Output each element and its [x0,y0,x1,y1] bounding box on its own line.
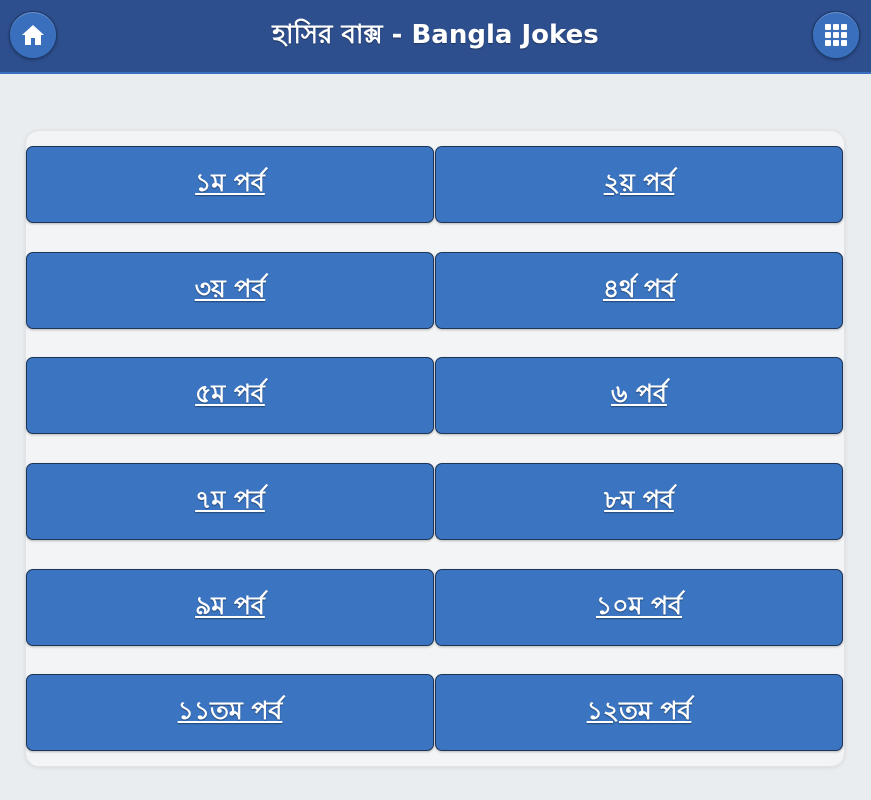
episode-4-button[interactable]: ৪র্থ পর্ব [435,252,843,329]
episode-label: ৬ পর্ব [611,379,667,408]
page-title: হাসির বাক্স - Bangla Jokes [272,20,599,50]
grid-menu-icon [825,24,847,46]
episode-7-button[interactable]: ৭ম পর্ব [26,463,434,540]
episode-8-button[interactable]: ৮ম পর্ব [435,463,843,540]
episode-label: ২য় পর্ব [603,168,675,197]
episode-label: ৯ম পর্ব [195,591,265,620]
app-header: হাসির বাক্স - Bangla Jokes [0,0,871,74]
grid-menu-button[interactable] [812,11,860,59]
episode-2-button[interactable]: ২য় পর্ব [435,146,843,223]
episode-11-button[interactable]: ১১তম পর্ব [26,674,434,751]
episode-label: ৭ম পর্ব [195,485,265,514]
episode-label: ৪র্থ পর্ব [602,274,675,303]
episode-label: ১২তম পর্ব [586,696,692,725]
episode-3-button[interactable]: ৩য় পর্ব [26,252,434,329]
episode-5-button[interactable]: ৫ম পর্ব [26,357,434,434]
episode-label: ৮ম পর্ব [604,485,674,514]
episode-1-button[interactable]: ১ম পর্ব [26,146,434,223]
episode-label: ৩য় পর্ব [194,274,266,303]
episode-label: ১০ম পর্ব [596,591,682,620]
episode-label: ৫ম পর্ব [195,379,265,408]
episode-list-panel [25,130,845,767]
episode-label: ১ম পর্ব [195,168,265,197]
episode-9-button[interactable]: ৯ম পর্ব [26,569,434,646]
episode-label: ১১তম পর্ব [177,696,283,725]
episode-10-button[interactable]: ১০ম পর্ব [435,569,843,646]
episode-6-button[interactable]: ৬ পর্ব [435,357,843,434]
episode-12-button[interactable]: ১২তম পর্ব [435,674,843,751]
